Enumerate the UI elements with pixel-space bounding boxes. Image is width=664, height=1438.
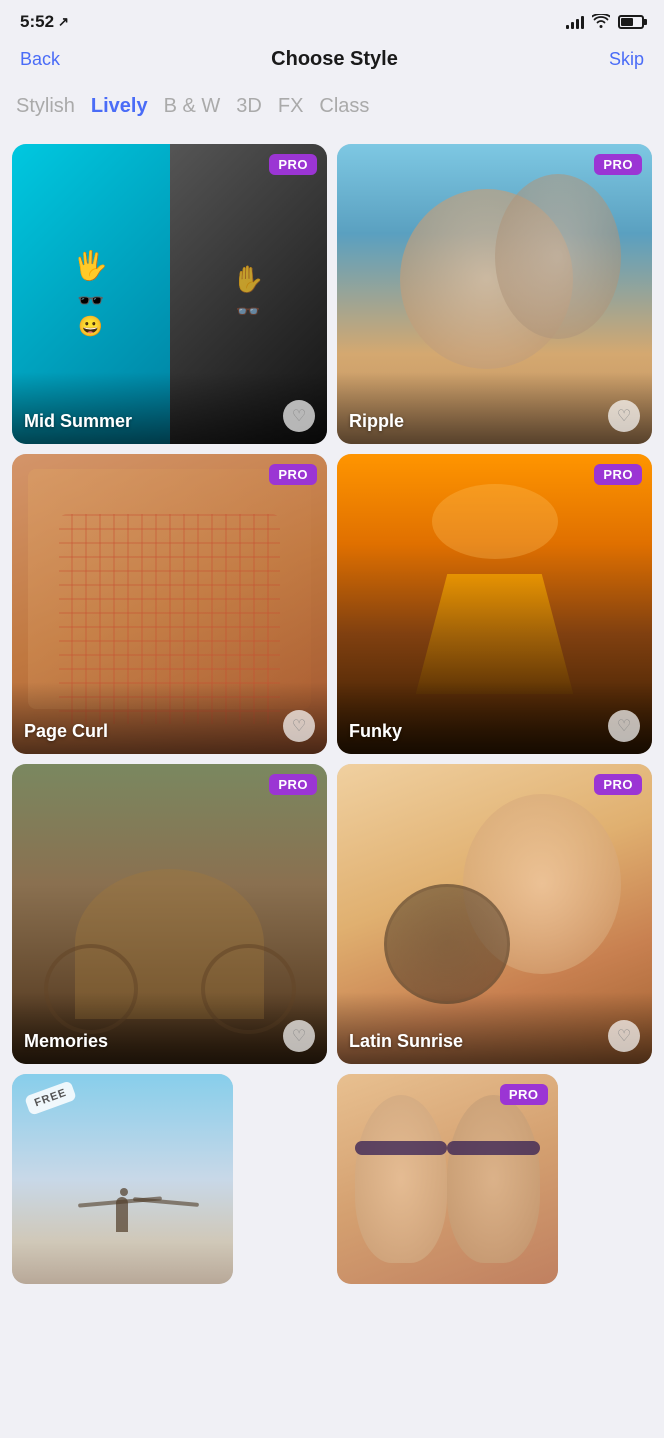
card-page-curl[interactable]: PRO Page Curl ♡ xyxy=(12,454,327,754)
style-grid: 🖐️ 🕶️ 😀 ✋ 👓 PRO Mid Summer ♡ PRO xyxy=(0,134,664,1294)
card-mid-summer[interactable]: 🖐️ 🕶️ 😀 ✋ 👓 PRO Mid Summer ♡ xyxy=(12,144,327,444)
pro-badge-last: PRO xyxy=(500,1084,548,1105)
card-last[interactable]: PRO xyxy=(337,1074,558,1284)
card-memories[interactable]: PRO Memories ♡ xyxy=(12,764,327,1064)
wifi-icon xyxy=(592,14,610,31)
card-free[interactable]: FREE xyxy=(12,1074,233,1284)
pro-badge-page-curl: PRO xyxy=(269,464,317,485)
status-bar: 5:52 ↗ xyxy=(0,0,664,40)
status-icons xyxy=(566,14,644,31)
card-label-mid-summer: Mid Summer ♡ xyxy=(12,372,327,444)
card-label-funky: Funky ♡ xyxy=(337,682,652,754)
card-ripple[interactable]: PRO Ripple ♡ xyxy=(337,144,652,444)
tab-lively[interactable]: Lively xyxy=(91,91,148,122)
pro-badge-ripple: PRO xyxy=(594,154,642,175)
tab-class[interactable]: Class xyxy=(319,91,369,122)
heart-memories[interactable]: ♡ xyxy=(283,1020,315,1052)
pro-badge-memories: PRO xyxy=(269,774,317,795)
page-title: Choose Style xyxy=(271,48,398,71)
skip-button[interactable]: Skip xyxy=(609,49,644,70)
card-label-ripple: Ripple ♡ xyxy=(337,372,652,444)
location-icon: ↗ xyxy=(58,14,69,30)
status-time: 5:52 ↗ xyxy=(20,12,69,32)
battery-icon xyxy=(618,15,644,29)
header: Back Choose Style Skip xyxy=(0,40,664,83)
pro-badge-mid-summer: PRO xyxy=(269,154,317,175)
pro-badge-latin-sunrise: PRO xyxy=(594,774,642,795)
heart-mid-summer[interactable]: ♡ xyxy=(283,400,315,432)
tab-fx[interactable]: FX xyxy=(278,91,304,122)
tab-stylish[interactable]: Stylish xyxy=(16,91,75,122)
heart-ripple[interactable]: ♡ xyxy=(608,400,640,432)
card-funky[interactable]: PRO Funky ♡ xyxy=(337,454,652,754)
back-button[interactable]: Back xyxy=(20,49,60,70)
card-label-memories: Memories ♡ xyxy=(12,992,327,1064)
card-latin-sunrise[interactable]: PRO Latin Sunrise ♡ xyxy=(337,764,652,1064)
pro-badge-funky: PRO xyxy=(594,464,642,485)
signal-icon xyxy=(566,15,584,29)
card-label-latin-sunrise: Latin Sunrise ♡ xyxy=(337,992,652,1064)
card-label-page-curl: Page Curl ♡ xyxy=(12,682,327,754)
heart-funky[interactable]: ♡ xyxy=(608,710,640,742)
heart-page-curl[interactable]: ♡ xyxy=(283,710,315,742)
time-text: 5:52 xyxy=(20,12,54,32)
tab-bw[interactable]: B & W xyxy=(164,91,221,122)
tab-bar: Stylish Lively B & W 3D FX Class xyxy=(0,83,664,134)
tab-3d[interactable]: 3D xyxy=(236,91,262,122)
heart-latin-sunrise[interactable]: ♡ xyxy=(608,1020,640,1052)
